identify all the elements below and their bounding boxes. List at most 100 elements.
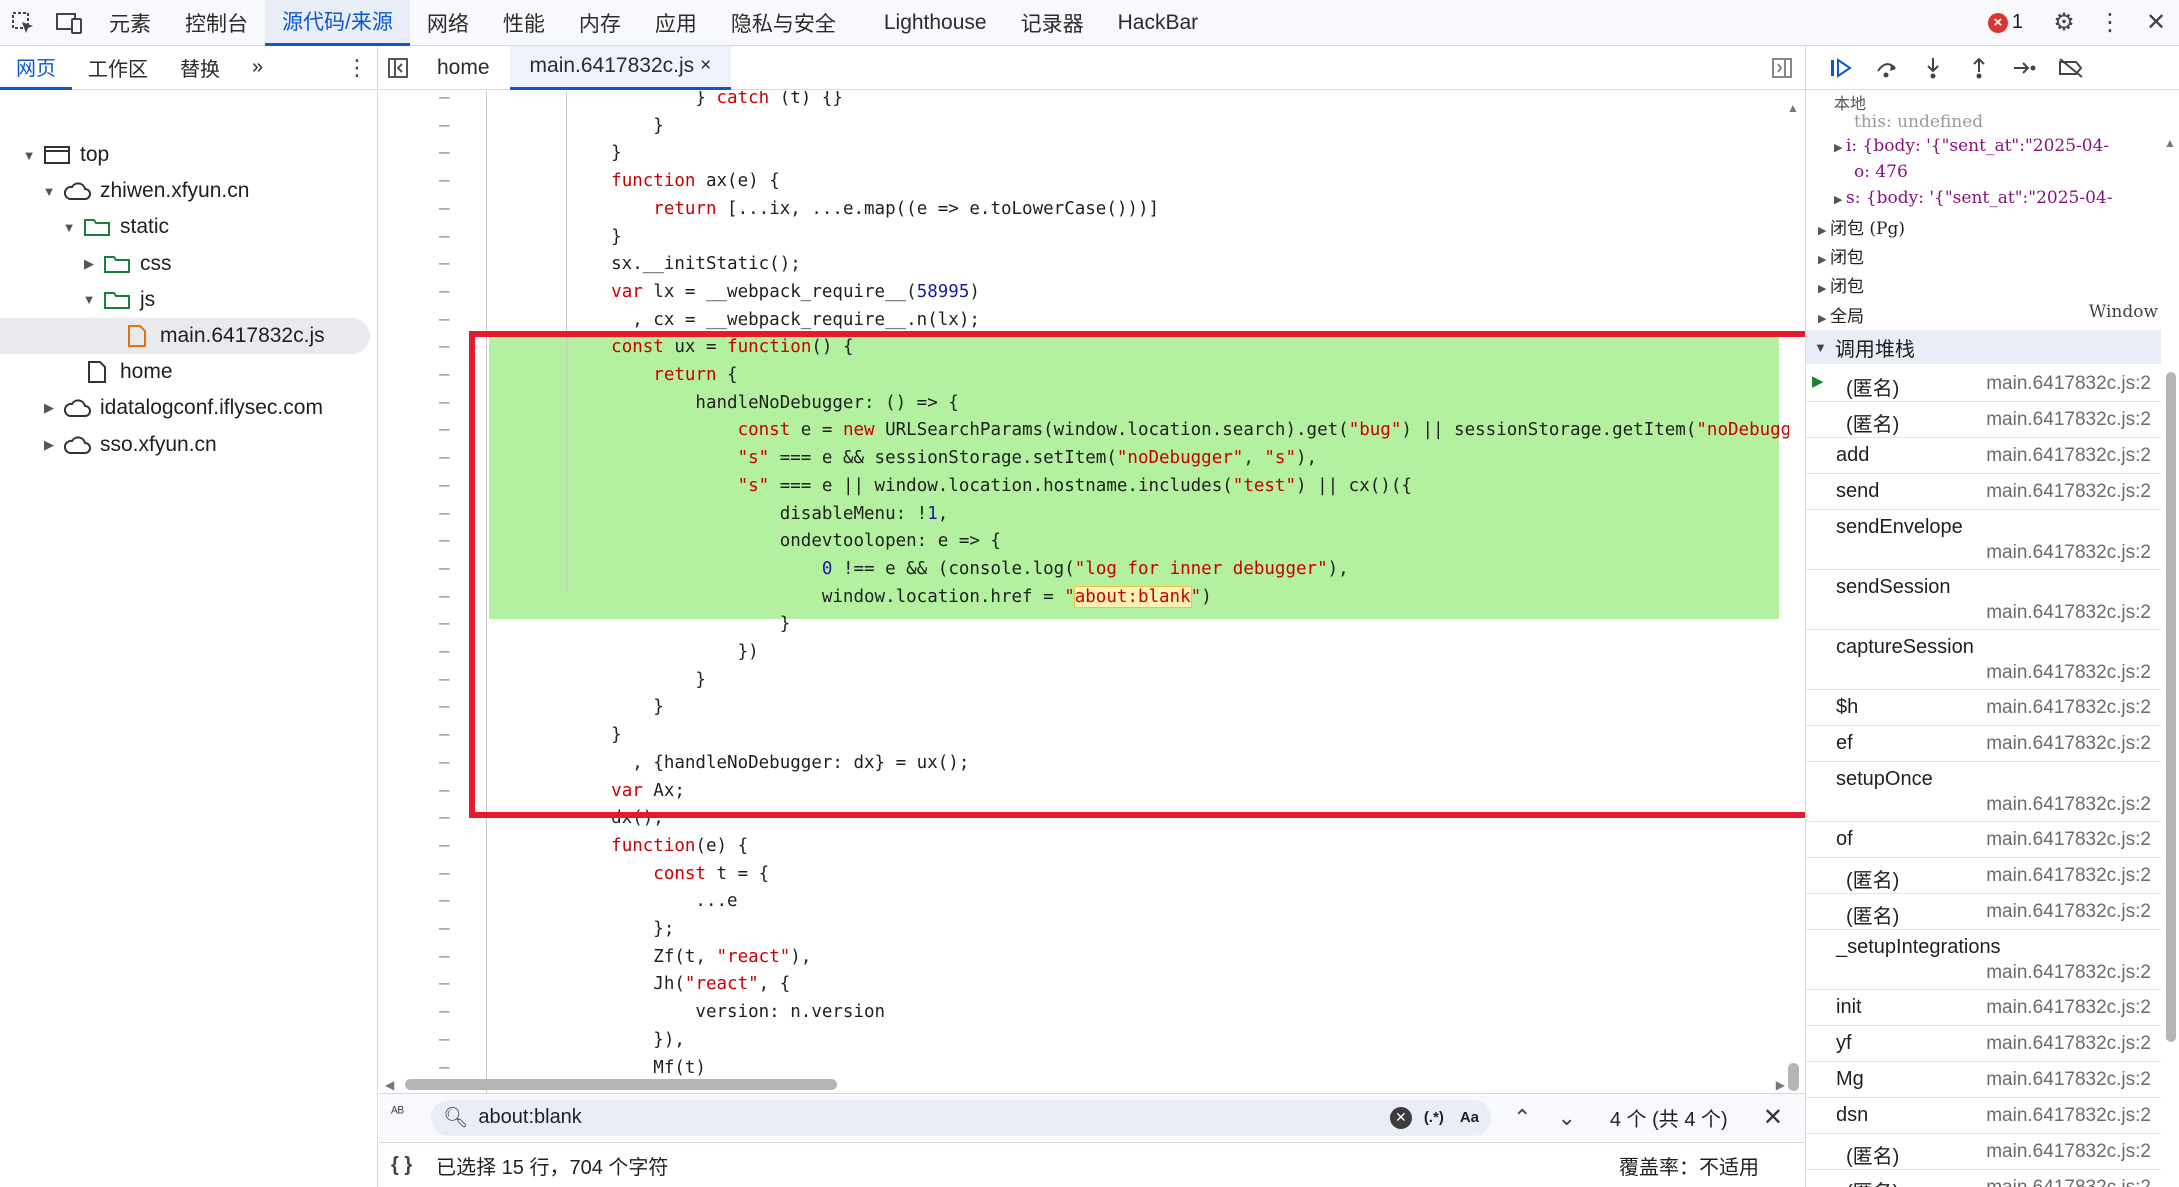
tree-item[interactable]: main.6417832c.js [0,318,370,354]
toggle-navigator-icon[interactable] [379,57,417,79]
navigator-menu-icon[interactable]: ⋮ [337,55,377,81]
collapsed-arrow-icon[interactable]: ▶ [38,437,60,453]
line-gutter-marker[interactable]: – [439,224,459,252]
code-line[interactable]: – }), [379,1027,1789,1055]
tab-memory[interactable]: 内存 [562,0,638,46]
close-tab-icon[interactable]: × [700,55,711,77]
frame-location[interactable]: main.6417832c.js:2 [1986,865,2151,887]
tab-home[interactable]: home [417,46,510,90]
call-stack-frame[interactable]: init main.6417832c.js:2 [1806,990,2161,1026]
line-gutter-marker[interactable]: – [439,750,459,778]
vscroll-thumb[interactable] [1788,1063,1799,1091]
toggle-debugger-icon[interactable] [1759,57,1805,79]
line-gutter-marker[interactable]: – [439,556,459,584]
call-stack-frame[interactable]: yf main.6417832c.js:2 [1806,1026,2161,1062]
match-case-toggle[interactable]: Aa [1460,1109,1479,1126]
more-subtabs-icon[interactable]: » [236,46,279,90]
call-stack-frame[interactable]: captureSession main.6417832c.js:2 [1806,630,2161,690]
scope-global[interactable]: ▶ 全局 Window [1818,302,2158,327]
deactivate-breakpoints-icon[interactable] [2048,46,2094,90]
call-stack-frame[interactable]: sendEnvelope main.6417832c.js:2 [1806,510,2161,570]
code-line[interactable]: – version: n.version [379,999,1789,1027]
line-gutter-marker[interactable]: – [439,334,459,362]
frame-location[interactable]: main.6417832c.js:2 [1986,794,2151,816]
line-gutter-marker[interactable]: – [439,916,459,944]
tree-item[interactable]: ▼ static [0,209,169,245]
hscroll-thumb[interactable] [405,1079,837,1090]
frame-location[interactable]: main.6417832c.js:2 [1986,1033,2151,1055]
tab-recorder[interactable]: 记录器 [1004,0,1101,46]
tree-item[interactable]: ▼ top [0,137,110,173]
tab-elements[interactable]: 元素 [92,0,168,46]
call-stack-frame[interactable]: Mg main.6417832c.js:2 [1806,1062,2161,1098]
call-stack-header[interactable]: ▼ 调用堆栈 [1806,330,2161,364]
next-match-icon[interactable]: ⌄ [1557,1105,1575,1131]
line-gutter-marker[interactable]: – [439,639,459,667]
line-gutter-marker[interactable]: – [439,445,459,473]
resume-icon[interactable] [1818,46,1864,90]
line-gutter-marker[interactable]: – [439,251,459,279]
step-out-icon[interactable] [1956,46,2002,90]
line-gutter-marker[interactable]: – [439,833,459,861]
frame-location[interactable]: main.6417832c.js:2 [1986,373,2151,395]
tab-lighthouse[interactable]: Lighthouse [867,0,1004,46]
frame-location[interactable]: main.6417832c.js:2 [1986,445,2151,467]
frame-location[interactable]: main.6417832c.js:2 [1986,409,2151,431]
call-stack-frame[interactable]: (匿名) main.6417832c.js:2 [1806,858,2161,894]
subtab-page[interactable]: 网页 [0,46,72,90]
step-icon[interactable] [2002,46,2048,90]
expanded-arrow-icon[interactable]: ▼ [58,220,80,235]
line-gutter-marker[interactable]: – [439,417,459,445]
scope-local-header[interactable]: 本地 [1834,90,1866,114]
code-line[interactable]: – return [...ix, ...e.map((e => e.toLowe… [379,196,1789,224]
call-stack-frame[interactable]: (匿名) main.6417832c.js:2 [1806,1134,2161,1170]
tree-item[interactable]: ▶ css [0,246,172,282]
line-gutter-marker[interactable]: – [439,971,459,999]
line-gutter-marker[interactable]: – [439,279,459,307]
frame-location[interactable]: main.6417832c.js:2 [1986,662,2151,684]
call-stack-frame[interactable]: dsn main.6417832c.js:2 [1806,1098,2161,1134]
call-stack-frame[interactable]: ▶ (匿名) main.6417832c.js:2 [1806,366,2161,402]
step-over-icon[interactable] [1864,46,1910,90]
line-gutter-marker[interactable]: – [439,307,459,335]
tab-sources[interactable]: 源代码/来源 [265,0,410,46]
frame-location[interactable]: main.6417832c.js:2 [1986,481,2151,503]
call-stack-frame[interactable]: (匿名) main.6417832c.js:2 [1806,402,2161,438]
call-stack-frame[interactable]: ef main.6417832c.js:2 [1806,726,2161,762]
pretty-print-icon[interactable]: { } [391,1154,412,1177]
frame-location[interactable]: main.6417832c.js:2 [1986,901,2151,923]
code-line[interactable]: – var lx = __webpack_require__(58995) [379,279,1789,307]
frame-location[interactable]: main.6417832c.js:2 [1986,997,2151,1019]
frame-location[interactable]: main.6417832c.js:2 [1986,733,2151,755]
scope-s[interactable]: ▶ s: {body: '{"sent_at":"2025-04- [1834,188,2112,208]
frame-location[interactable]: main.6417832c.js:2 [1986,1069,2151,1091]
previous-match-icon[interactable]: ⌃ [1513,1105,1531,1131]
clear-search-icon[interactable]: ✕ [1389,1106,1412,1129]
call-stack-frame[interactable]: sendSession main.6417832c.js:2 [1806,570,2161,630]
line-gutter-marker[interactable]: – [439,861,459,889]
coverage-status[interactable]: 覆盖率：不适用 [1619,1151,1759,1180]
line-gutter-marker[interactable]: – [439,611,459,639]
code-line[interactable]: – ...e [379,888,1789,916]
scope-closure-pg[interactable]: ▶ 闭包 (Pg) [1818,214,1905,239]
code-line[interactable]: – function(e) { [379,833,1789,861]
line-gutter-marker[interactable]: – [439,528,459,556]
expanded-arrow-icon[interactable]: ▼ [18,148,40,163]
search-input[interactable]: about:blank [478,1106,1389,1129]
tree-item[interactable]: home [0,354,173,390]
line-gutter-marker[interactable]: – [439,944,459,972]
call-stack-frame[interactable]: send main.6417832c.js:2 [1806,474,2161,510]
collapsed-arrow-icon[interactable]: ▶ [38,400,60,416]
code-line[interactable]: – } [379,224,1789,252]
inspect-element-icon[interactable] [0,0,46,46]
call-stack-frame[interactable]: add main.6417832c.js:2 [1806,438,2161,474]
line-gutter-marker[interactable]: – [439,91,459,113]
call-stack-frame[interactable]: _setupIntegrations main.6417832c.js:2 [1806,930,2161,990]
editor-hscroll[interactable]: ◀ ▶ [385,1074,1785,1094]
call-stack-frame[interactable]: $h main.6417832c.js:2 [1806,690,2161,726]
close-search-icon[interactable]: ✕ [1763,1103,1783,1132]
line-gutter-marker[interactable]: – [439,722,459,750]
frame-location[interactable]: main.6417832c.js:2 [1986,829,2151,851]
line-gutter-marker[interactable]: – [439,778,459,806]
line-gutter-marker[interactable]: – [439,584,459,612]
